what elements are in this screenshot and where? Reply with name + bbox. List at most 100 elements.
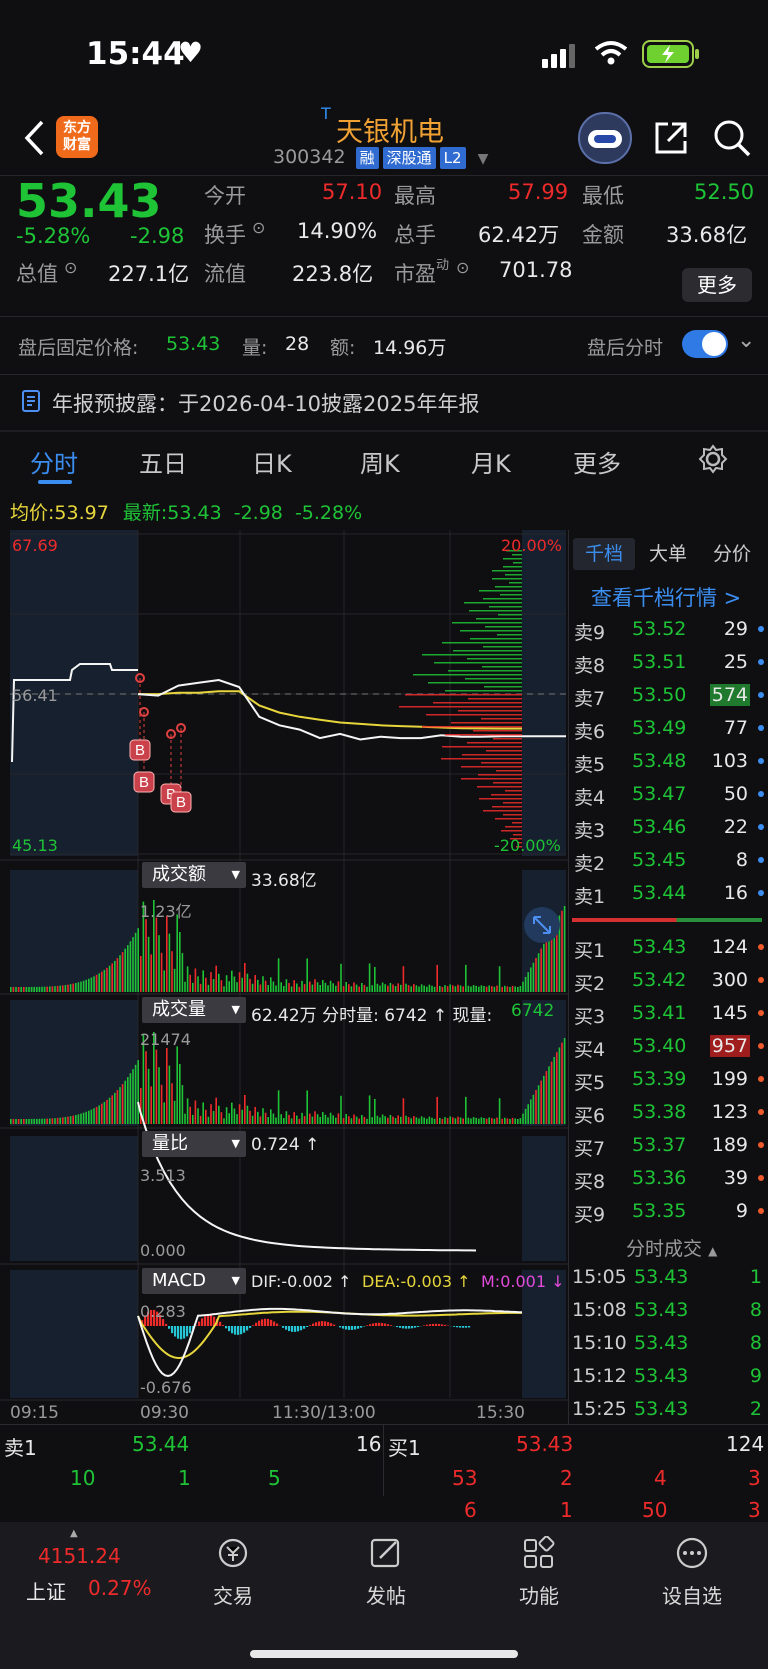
x-tick: 09:15 bbox=[10, 1403, 59, 1423]
sell-lot: 1 bbox=[178, 1466, 191, 1490]
nav-post[interactable]: 发帖 bbox=[341, 1536, 431, 1609]
bid-price: 53.35 bbox=[632, 1200, 687, 1222]
bid-label: 买8 bbox=[574, 1171, 606, 1193]
gear-icon[interactable] bbox=[698, 444, 728, 474]
bottom-buy-label: 买1 bbox=[388, 1436, 421, 1460]
bid-row[interactable]: 买2 53.42 300 bbox=[570, 963, 768, 996]
bid-label: 买1 bbox=[574, 940, 606, 962]
level-tag: L2 bbox=[439, 147, 466, 169]
share-icon[interactable] bbox=[653, 120, 689, 156]
ask-qty: 22 bbox=[723, 816, 748, 838]
bid-row[interactable]: 买4 53.40 957 bbox=[570, 1029, 768, 1062]
chevron-down-icon[interactable]: ⌄ bbox=[737, 328, 755, 353]
bid-label: 买9 bbox=[574, 1204, 606, 1226]
bid-row[interactable]: 买7 53.37 189 bbox=[570, 1128, 768, 1161]
tab-more[interactable]: 更多 bbox=[573, 444, 621, 479]
back-icon[interactable] bbox=[22, 120, 46, 156]
ask-row[interactable]: 卖6 53.49 77 bbox=[570, 711, 768, 744]
ob-tab-byprice[interactable]: 分价 bbox=[713, 538, 751, 570]
index-pct: 0.27% bbox=[88, 1576, 152, 1600]
tab-monthly[interactable]: 月K bbox=[471, 444, 511, 479]
dot-icon bbox=[758, 1076, 764, 1082]
bid-price: 53.42 bbox=[632, 969, 687, 991]
change-abs: -2.98 bbox=[130, 224, 185, 248]
bid-qty: 145 bbox=[711, 1002, 748, 1024]
ask-row[interactable]: 卖9 53.52 29 bbox=[570, 612, 768, 645]
y-max-label: 67.69 bbox=[12, 536, 58, 555]
dot-icon bbox=[758, 977, 764, 983]
bid-row[interactable]: 买9 53.35 9 bbox=[570, 1194, 768, 1227]
nav-trade[interactable]: 交易 bbox=[188, 1536, 278, 1609]
bid-row[interactable]: 买6 53.38 123 bbox=[570, 1095, 768, 1128]
ob-tab-1000[interactable]: 千档 bbox=[573, 538, 635, 570]
connect-tag: 深股通 bbox=[382, 147, 436, 169]
float-label: 流值 bbox=[204, 262, 246, 286]
turnover-label: 换手 bbox=[204, 223, 246, 247]
bid-price: 53.37 bbox=[632, 1134, 687, 1156]
y-min-label: 45.13 bbox=[12, 836, 58, 855]
ask-price: 53.47 bbox=[632, 783, 687, 805]
buy-lot: 1 bbox=[560, 1498, 573, 1522]
info-icon[interactable]: ⊙ bbox=[456, 258, 469, 277]
bid-row[interactable]: 买5 53.39 199 bbox=[570, 1062, 768, 1095]
tab-weekly[interactable]: 周K bbox=[360, 444, 400, 479]
trades-title[interactable]: 分时成交 ▲ bbox=[626, 1234, 717, 1261]
dot-icon bbox=[758, 1109, 764, 1115]
ask-label: 卖2 bbox=[574, 853, 606, 875]
bid-price: 53.36 bbox=[632, 1167, 687, 1189]
search-icon[interactable] bbox=[712, 118, 752, 158]
bid-row[interactable]: 买3 53.41 145 bbox=[570, 996, 768, 1029]
ask-row[interactable]: 卖7 53.50 574 bbox=[570, 678, 768, 711]
amount-panel-button[interactable]: 成交额 ▼ bbox=[142, 862, 246, 888]
change-pct: -5.28% bbox=[16, 224, 91, 248]
ob-tab-bigorder[interactable]: 大单 bbox=[649, 538, 687, 570]
more-button[interactable]: 更多 bbox=[682, 268, 752, 302]
ratio-panel-button[interactable]: 量比 ▼ bbox=[142, 1131, 246, 1157]
macd-bot: -0.676 bbox=[140, 1378, 192, 1397]
afterhours-price: 53.43 bbox=[166, 333, 221, 355]
spread-bar bbox=[572, 918, 762, 922]
bid-row[interactable]: 买8 53.36 39 bbox=[570, 1161, 768, 1194]
low-label: 最低 bbox=[582, 184, 624, 208]
bid-price: 53.40 bbox=[632, 1035, 687, 1057]
ask-row[interactable]: 卖1 53.44 16 bbox=[570, 876, 768, 909]
afterhours-qty: 28 bbox=[285, 333, 310, 355]
ask-row[interactable]: 卖3 53.46 22 bbox=[570, 810, 768, 843]
bid-label: 买4 bbox=[574, 1039, 606, 1061]
bid-qty: 9 bbox=[735, 1200, 748, 1222]
ask-row[interactable]: 卖8 53.51 25 bbox=[570, 645, 768, 678]
tab-5day[interactable]: 五日 bbox=[139, 444, 187, 479]
nav-function[interactable]: 功能 bbox=[494, 1535, 584, 1609]
notice-bar[interactable]: 年报预披露：于2026-04-10披露2025年年报 bbox=[0, 374, 768, 430]
x-tick: 11:30/13:00 bbox=[272, 1403, 376, 1423]
bid-price: 53.41 bbox=[632, 1002, 687, 1024]
volume-label: 总手 bbox=[394, 223, 436, 247]
buy-lot: 3 bbox=[748, 1466, 761, 1490]
ratio-peak: 3.513 bbox=[140, 1166, 186, 1185]
bid-qty: 39 bbox=[723, 1167, 748, 1189]
mcap-label: 总值 bbox=[16, 262, 58, 286]
ask-row[interactable]: 卖5 53.48 103 bbox=[570, 744, 768, 777]
more-dots-icon bbox=[676, 1537, 708, 1569]
bid-label: 买7 bbox=[574, 1138, 606, 1160]
ob-view-link[interactable]: 查看千档行情 > bbox=[591, 582, 741, 612]
last-value: 53.43 bbox=[167, 502, 222, 524]
volume-value: 62.42万 bbox=[478, 223, 560, 247]
tab-intraday[interactable]: 分时 bbox=[30, 444, 78, 479]
tab-daily[interactable]: 日K bbox=[252, 444, 292, 479]
macd-panel-button[interactable]: MACD ▼ bbox=[142, 1268, 246, 1294]
notice-text: 年报预披露：于2026-04-10披露2025年年报 bbox=[52, 392, 480, 416]
ask-row[interactable]: 卖2 53.45 8 bbox=[570, 843, 768, 876]
trade-row: 15:10 53.43 8 bbox=[572, 1332, 762, 1354]
afterhours-toggle[interactable] bbox=[682, 330, 728, 358]
info-icon[interactable]: ⊙ bbox=[64, 258, 77, 277]
ask-row[interactable]: 卖4 53.47 50 bbox=[570, 777, 768, 810]
robot-avatar[interactable] bbox=[578, 112, 632, 164]
bid-row[interactable]: 买1 53.43 124 bbox=[570, 930, 768, 963]
x-tick: 15:30 bbox=[476, 1403, 525, 1423]
stock-code-line[interactable]: 300342 融深股通 L2 ▼ bbox=[273, 146, 488, 169]
nav-watchlist[interactable]: 设自选 bbox=[647, 1536, 737, 1609]
ask-qty: 16 bbox=[723, 882, 748, 904]
volume-panel-button[interactable]: 成交量 ▼ bbox=[142, 997, 246, 1023]
info-icon[interactable]: ⊙ bbox=[252, 218, 265, 237]
